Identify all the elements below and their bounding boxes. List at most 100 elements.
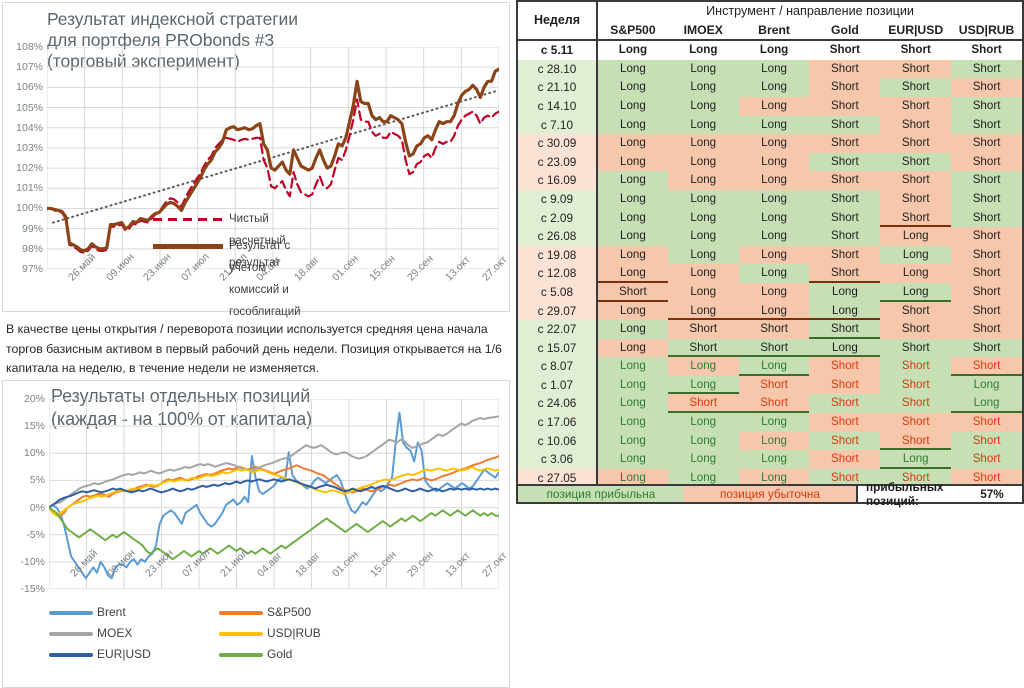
header-col-gold: Gold xyxy=(809,20,881,42)
cell-position: Short xyxy=(809,171,881,190)
y-tick-label: 106% xyxy=(16,81,43,94)
cell-position: Short xyxy=(809,59,881,79)
table-row: c 10.06 Long Long Long Short Short Short xyxy=(518,431,1022,451)
cell-position: Short xyxy=(880,96,952,116)
line-swatch-icon xyxy=(219,632,263,636)
table-row: c 12.08 Long Long Long Short Long Short xyxy=(518,264,1022,283)
cell-week: c 28.10 xyxy=(518,59,598,79)
cell-position: Long xyxy=(738,282,810,302)
cell-position: Long xyxy=(597,96,668,116)
cell-position: Short xyxy=(951,301,1022,321)
cell-position: Short xyxy=(809,413,881,432)
cell-position: Short xyxy=(951,282,1022,302)
cell-position: Short xyxy=(597,282,668,302)
positions-table-body: c 5.11 Long Long Long Short Short Short c 28.10… xyxy=(518,40,1022,490)
cell-week: c 19.08 xyxy=(518,245,598,265)
table-row: c 8.07 Long Long Long Short Short Short xyxy=(518,357,1022,376)
cell-position: Short xyxy=(809,431,881,451)
cell-position: Short xyxy=(809,264,881,283)
cell-position: Long xyxy=(667,59,739,79)
cell-position: Short xyxy=(880,171,952,190)
header-col-usd-rub: USD|RUB xyxy=(951,20,1022,42)
cell-position: Long xyxy=(667,282,739,302)
table-row: c 5.08 Short Long Long Long Long Short xyxy=(518,282,1022,302)
table-row: c 14.10 Long Long Long Short Short Short xyxy=(518,96,1022,116)
cell-position: Short xyxy=(809,245,881,265)
table-row: c 19.08 Long Long Long Short Long Short xyxy=(518,245,1022,265)
cell-position: Short xyxy=(809,78,881,97)
cell-week: c 14.10 xyxy=(518,96,598,116)
cell-position: Short xyxy=(809,394,881,414)
header-week: Неделя xyxy=(518,2,598,42)
cell-position: Short xyxy=(951,357,1022,376)
cell-position: Long xyxy=(597,301,668,321)
cell-position: Long xyxy=(597,450,668,469)
cell-position: Short xyxy=(880,357,952,376)
cell-position: Long xyxy=(880,282,952,302)
cell-position: Short xyxy=(738,394,810,414)
cell-position: Long xyxy=(738,227,810,246)
positions-table-container: Неделя Инструмент / направление позиции … xyxy=(516,0,1024,500)
screenshot-root: Результат индексной стратегии для портфе… xyxy=(0,0,1024,688)
cell-position: Long xyxy=(597,78,668,97)
cell-position: Short xyxy=(880,189,952,209)
cell-week: c 22.07 xyxy=(518,320,598,339)
cell-position: Short xyxy=(809,208,881,228)
cell-position: Long xyxy=(738,301,810,321)
cell-position: Short xyxy=(951,40,1022,60)
cell-week: c 21.10 xyxy=(518,78,598,97)
table-header-row-group: Неделя Инструмент / направление позиции xyxy=(518,2,1022,42)
cell-week: c 5.11 xyxy=(518,40,598,60)
legend-label: USD|RUB xyxy=(267,626,321,640)
header-instrument-group: Инструмент / направление позиции xyxy=(706,4,914,18)
cell-position: Long xyxy=(738,208,810,228)
cell-position: Long xyxy=(597,134,668,153)
cell-position: Short xyxy=(809,450,881,469)
cell-position: Short xyxy=(951,59,1022,79)
cell-position: Long xyxy=(597,357,668,376)
cell-week: c 10.06 xyxy=(518,431,598,451)
bottom-chart-y-axis: -15% -10% -5% 0% 5% 10% 15% 20% xyxy=(5,381,45,687)
cell-position: Long xyxy=(597,115,668,135)
cell-position: Long xyxy=(597,431,668,451)
cell-position: Long xyxy=(667,245,739,265)
positions-table: Неделя Инструмент / направление позиции … xyxy=(518,2,1022,490)
cell-position: Long xyxy=(738,59,810,79)
y-tick-label: 107% xyxy=(16,61,43,74)
cell-position: Short xyxy=(880,40,952,60)
cell-position: Long xyxy=(880,245,952,265)
cell-week: c 1.07 xyxy=(518,375,598,395)
cell-position: Long xyxy=(880,227,952,246)
cell-position: Long xyxy=(809,301,881,321)
cell-position: Short xyxy=(809,134,881,153)
cell-position: Long xyxy=(738,78,810,97)
legend-label: Результат с учетом комиссий и гособлигац… xyxy=(229,240,301,318)
table-row: c 21.10 Long Long Long Short Short Short xyxy=(518,78,1022,97)
cell-position: Long xyxy=(809,338,881,358)
legend-label: EUR|USD xyxy=(97,647,151,661)
line-swatch-icon xyxy=(49,611,93,615)
table-row: c 9.09 Long Long Long Short Short Short xyxy=(518,189,1022,209)
cell-position: Long xyxy=(667,96,739,116)
cell-position: Short xyxy=(951,450,1022,469)
cell-position: Long xyxy=(880,450,952,469)
table-row: c 1.07 Long Long Short Short Short Long xyxy=(518,375,1022,395)
line-swatch-icon xyxy=(219,611,263,615)
cell-position: Long xyxy=(880,264,952,283)
table-row: c 5.11 Long Long Long Short Short Short xyxy=(518,40,1022,60)
y-tick-label: -5% xyxy=(26,528,45,541)
y-tick-label: 105% xyxy=(16,101,43,114)
table-row: c 24.06 Long Short Short Short Short Long xyxy=(518,394,1022,414)
cell-position: Short xyxy=(880,320,952,339)
y-tick-label: 0% xyxy=(29,501,45,514)
cell-week: c 30.09 xyxy=(518,134,598,153)
cell-position: Short xyxy=(809,357,881,376)
cell-week: c 26.08 xyxy=(518,227,598,246)
cell-position: Short xyxy=(951,115,1022,135)
cell-week: c 17.06 xyxy=(518,413,598,432)
table-row: c 23.09 Long Long Long Short Short Short xyxy=(518,152,1022,172)
cell-position: Long xyxy=(667,134,739,153)
cell-position: Long xyxy=(597,245,668,265)
cell-position: Short xyxy=(880,134,952,153)
cell-position: Long xyxy=(738,152,810,172)
